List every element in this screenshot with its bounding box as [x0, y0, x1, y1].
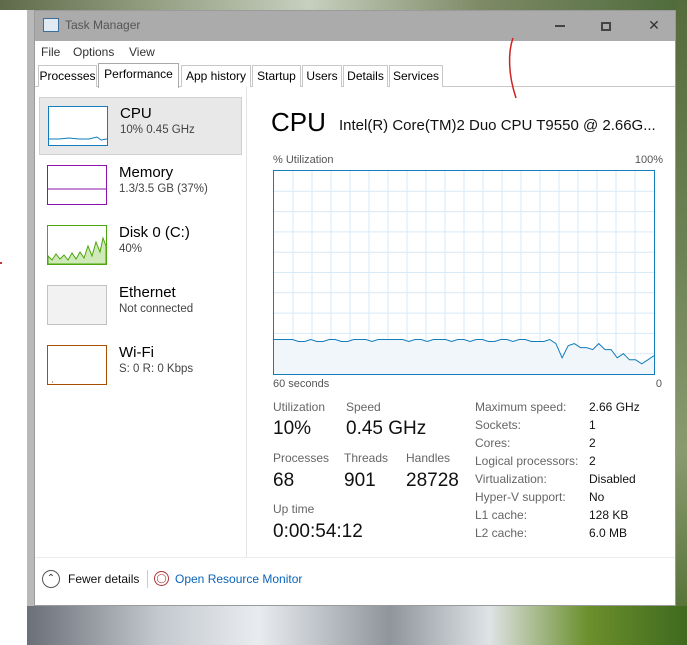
resource-list: CPU 10% 0.45 GHz Memory 1.3/3.5 GB (37%)… — [35, 87, 247, 557]
tab-users[interactable]: Users — [302, 65, 342, 87]
pen-dot — [0, 262, 2, 264]
menu-options[interactable]: Options — [73, 45, 114, 59]
spec-value: Disabled — [589, 472, 636, 486]
spec-value: 2 — [589, 436, 596, 450]
cpu-detail-panel: CPU Intel(R) Core(TM)2 Duo CPU T9550 @ 2… — [248, 87, 675, 557]
utilization-axis-label: % Utilization — [273, 154, 334, 166]
title-bar[interactable]: Task Manager ✕ — [35, 11, 675, 41]
maximize-button[interactable] — [583, 11, 629, 41]
spec-value: 1 — [589, 418, 596, 432]
spec-key: L1 cache: — [475, 508, 528, 522]
spec-key: L2 cache: — [475, 526, 528, 540]
spec-key: Cores: — [475, 436, 511, 450]
time-span-label: 60 seconds — [273, 378, 330, 390]
tab-processes[interactable]: Processes — [38, 65, 97, 87]
resource-cpu[interactable]: CPU 10% 0.45 GHz — [39, 97, 242, 155]
uptime-label: Up time — [273, 502, 315, 516]
tab-performance[interactable]: Performance — [98, 63, 179, 88]
tab-details[interactable]: Details — [343, 65, 388, 87]
disk-thumbnail-graph — [47, 225, 107, 265]
resource-detail: Not connected — [119, 303, 194, 315]
desktop-background — [0, 0, 687, 10]
window-shadow — [27, 10, 34, 606]
handles-value: 28728 — [406, 470, 459, 491]
threads-value: 901 — [344, 470, 376, 491]
spec-key: Virtualization: — [475, 472, 547, 486]
processes-label: Processes — [273, 451, 330, 465]
resource-name: Wi-Fi — [119, 344, 154, 361]
resource-detail: 1.3/3.5 GB (37%) — [119, 183, 208, 195]
resource-name: Disk 0 (C:) — [119, 224, 190, 241]
speed-value: 0.45 GHz — [346, 418, 427, 439]
utilization-label: Utilization — [273, 400, 326, 414]
cpu-graph-svg — [274, 171, 655, 374]
wifi-thumbnail-graph — [47, 345, 107, 385]
resource-name: CPU — [120, 105, 152, 122]
maximize-icon — [601, 21, 611, 31]
resource-detail: S: 0 R: 0 Kbps — [119, 363, 194, 375]
resource-wifi[interactable]: Wi-Fi S: 0 R: 0 Kbps — [39, 337, 242, 395]
resource-memory[interactable]: Memory 1.3/3.5 GB (37%) — [39, 157, 242, 215]
desktop-background — [27, 606, 687, 645]
chevron-up-icon[interactable]: ⌃ — [42, 570, 60, 588]
cpu-utilization-graph — [273, 170, 655, 375]
spec-value: No — [589, 490, 605, 504]
close-button[interactable]: ✕ — [631, 11, 677, 41]
spec-key: Hyper-V support: — [475, 490, 566, 504]
tab-startup[interactable]: Startup — [252, 65, 301, 87]
spec-value: 2.66 GHz — [589, 400, 640, 414]
threads-label: Threads — [344, 451, 389, 465]
uptime-value: 0:00:54:12 — [273, 521, 363, 542]
memory-thumbnail-graph — [47, 165, 107, 205]
fewer-details-button[interactable]: Fewer details — [68, 572, 139, 586]
spec-value: 2 — [589, 454, 596, 468]
desktop-background — [676, 0, 687, 645]
handles-label: Handles — [406, 451, 451, 465]
menu-view[interactable]: View — [129, 45, 155, 59]
utilization-max-label: 100% — [634, 154, 663, 166]
menu-bar: File Options View — [35, 41, 675, 63]
speed-label: Speed — [346, 400, 381, 414]
time-now-label: 0 — [655, 378, 662, 390]
task-manager-window: Task Manager ✕ File Options View Process… — [34, 10, 676, 606]
spec-value: 128 KB — [589, 508, 629, 522]
window-title: Task Manager — [65, 18, 141, 32]
open-resource-monitor-link[interactable]: Open Resource Monitor — [175, 572, 302, 586]
tab-app-history[interactable]: App history — [181, 65, 251, 87]
cpu-thumbnail-graph — [48, 106, 108, 146]
resource-name: Ethernet — [119, 284, 176, 301]
spec-key: Maximum speed: — [475, 400, 567, 414]
minimize-button[interactable] — [537, 11, 583, 41]
utilization-value: 10% — [273, 418, 312, 439]
spec-key: Sockets: — [475, 418, 522, 432]
processes-value: 68 — [273, 470, 295, 491]
resource-detail: 40% — [119, 243, 143, 255]
spec-key: Logical processors: — [475, 454, 579, 468]
page-title: CPU — [271, 107, 326, 137]
menu-file[interactable]: File — [41, 45, 60, 59]
resource-ethernet[interactable]: Ethernet Not connected — [39, 277, 242, 335]
ethernet-thumbnail-graph — [47, 285, 107, 325]
pen-annotation — [508, 37, 517, 99]
minimize-icon — [555, 25, 565, 28]
resource-name: Memory — [119, 164, 174, 181]
resource-monitor-icon[interactable]: ◯ — [154, 571, 169, 586]
footer-bar: ⌃ Fewer details ◯ Open Resource Monitor — [35, 557, 675, 605]
tab-services[interactable]: Services — [389, 65, 443, 87]
divider — [147, 570, 148, 588]
resource-disk[interactable]: Disk 0 (C:) 40% — [39, 217, 242, 275]
close-icon: ✕ — [648, 17, 660, 33]
spec-value: 6.0 MB — [589, 526, 628, 540]
resource-detail: 10% 0.45 GHz — [120, 124, 195, 136]
task-manager-icon — [43, 18, 59, 32]
cpu-model-name: Intel(R) Core(TM)2 Duo CPU T9550 @ 2.66G… — [339, 117, 656, 134]
tab-strip: Processes Performance App history Startu… — [35, 63, 675, 88]
